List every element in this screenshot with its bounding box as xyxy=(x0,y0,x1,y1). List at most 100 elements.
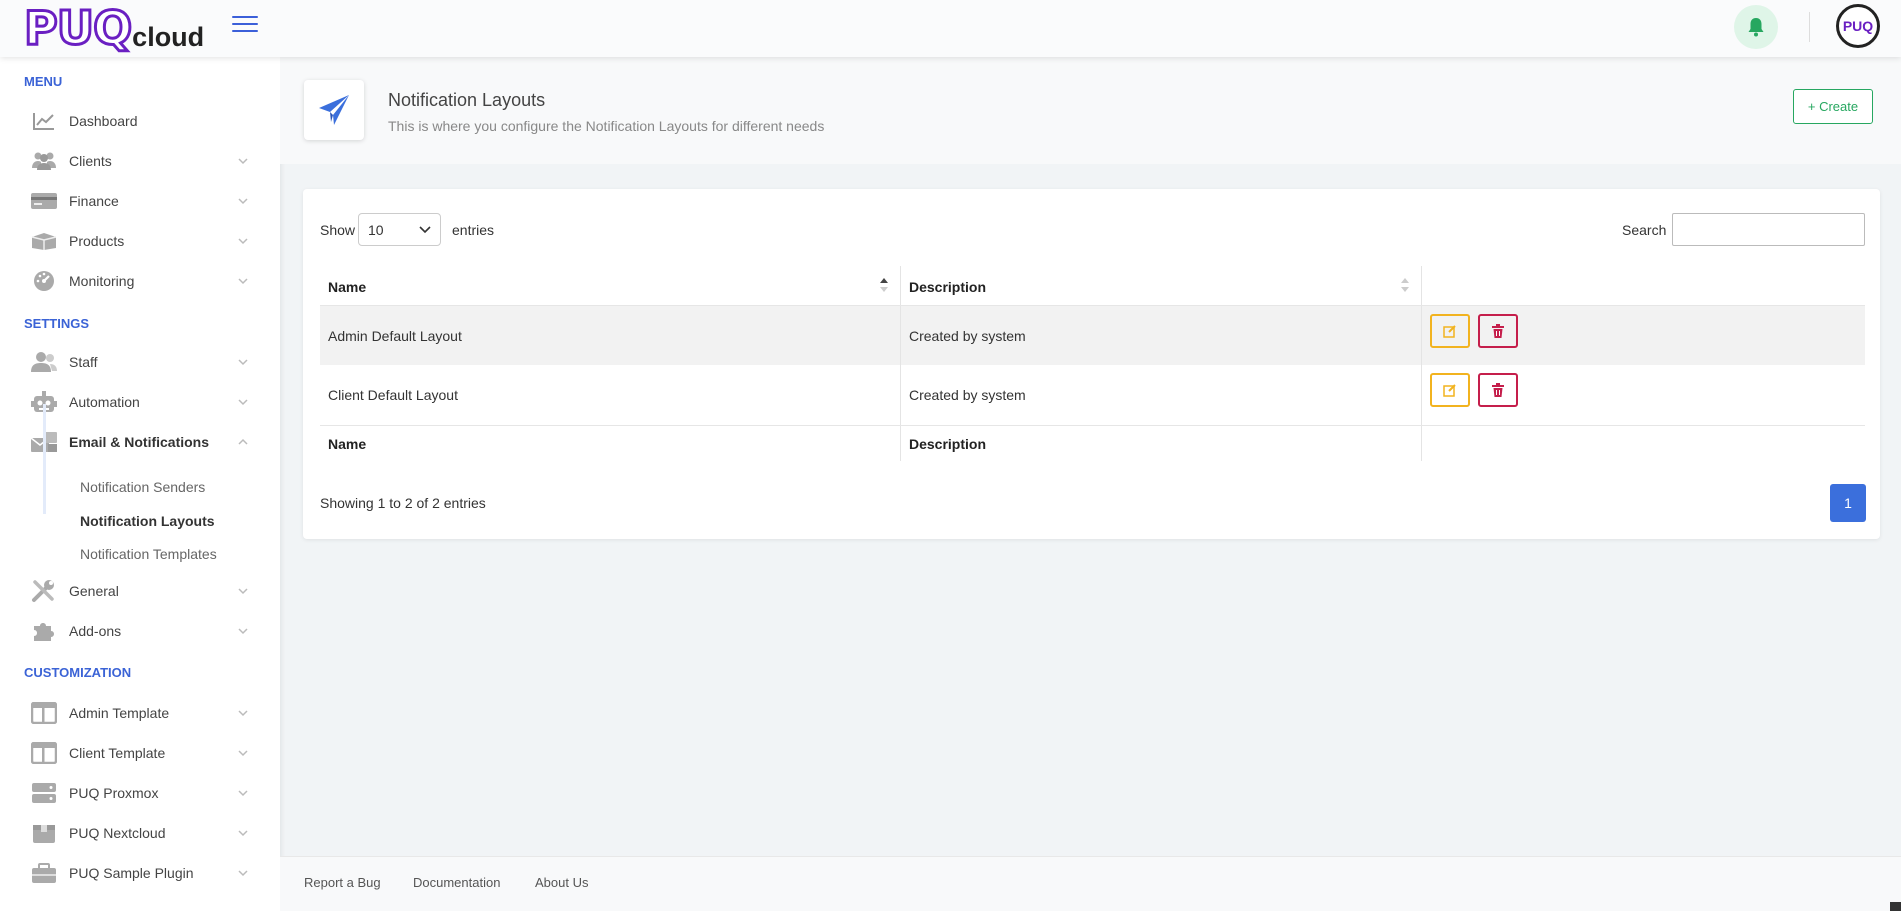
sidebar-item-label: PUQ Sample Plugin xyxy=(69,865,194,881)
sidebar-item-label: Client Template xyxy=(69,745,166,761)
sidebar-item-email-notifications[interactable]: Email & Notifications xyxy=(30,426,250,458)
table-row-highlight xyxy=(320,306,1865,365)
footer-divider-line xyxy=(320,425,1865,426)
sidebar-item-label: Admin Template xyxy=(69,705,170,721)
sidebar-subitem-notification-layouts[interactable]: Notification Layouts xyxy=(80,513,215,529)
notifications-bell-icon[interactable] xyxy=(1734,5,1778,49)
server-icon xyxy=(30,781,58,805)
chevron-down-icon xyxy=(238,870,248,877)
gauge-icon xyxy=(30,269,58,293)
column-separator xyxy=(1421,266,1422,461)
chevron-down-icon xyxy=(238,710,248,717)
entries-select-value: 10 xyxy=(368,221,384,238)
sidebar-item-label: Automation xyxy=(69,394,140,410)
chevron-up-icon xyxy=(238,438,248,445)
column-footer-description: Description xyxy=(909,436,987,452)
chevron-down-icon xyxy=(238,278,248,285)
chevron-down-icon xyxy=(238,790,248,797)
sidebar-item-monitoring[interactable]: Monitoring xyxy=(30,265,250,297)
users-icon xyxy=(30,149,58,173)
sidebar-item-puq-nextcloud[interactable]: PUQ Nextcloud xyxy=(30,817,250,849)
sidebar-subitem-notification-senders[interactable]: Notification Senders xyxy=(80,479,205,495)
sidebar-item-dashboard[interactable]: Dashboard xyxy=(30,105,250,137)
sidebar-item-label: PUQ Proxmox xyxy=(69,785,159,801)
column-separator xyxy=(900,266,901,461)
chevron-down-icon xyxy=(238,158,248,165)
sidebar-item-puq-sample-plugin[interactable]: PUQ Sample Plugin xyxy=(30,857,250,889)
sidebar-item-label: Dashboard xyxy=(69,113,138,129)
sidebar-item-clients[interactable]: Clients xyxy=(30,145,250,177)
hamburger-menu-icon[interactable] xyxy=(232,16,258,36)
briefcase-icon xyxy=(30,861,58,885)
sidebar-subitem-notification-templates[interactable]: Notification Templates xyxy=(80,546,217,562)
box-icon xyxy=(30,229,58,253)
section-title-customization: CUSTOMIZATION xyxy=(24,665,132,680)
delete-button[interactable] xyxy=(1478,314,1518,348)
table-cell-name: Admin Default Layout xyxy=(328,328,462,344)
edit-button[interactable] xyxy=(1430,373,1470,407)
chevron-down-icon xyxy=(238,198,248,205)
layout-icon xyxy=(30,741,58,765)
chevron-down-icon xyxy=(419,226,431,234)
avatar-text: PUQ xyxy=(1842,18,1874,34)
trash-icon xyxy=(1492,324,1504,338)
header-divider xyxy=(1809,12,1810,42)
staff-icon xyxy=(30,350,58,374)
entries-per-page-select[interactable]: 10 xyxy=(358,213,441,246)
documentation-link[interactable]: Documentation xyxy=(413,875,500,890)
chart-line-icon xyxy=(30,109,58,133)
table-cell-description: Created by system xyxy=(909,328,1026,344)
about-us-link[interactable]: About Us xyxy=(535,875,588,890)
sidebar-item-puq-proxmox[interactable]: PUQ Proxmox xyxy=(30,777,250,809)
trash-icon xyxy=(1492,383,1504,397)
sidebar-item-label: Add-ons xyxy=(69,623,122,639)
entries-label: entries xyxy=(452,222,495,238)
column-header-description[interactable]: Description xyxy=(909,279,986,295)
chevron-down-icon xyxy=(238,750,248,757)
sidebar-item-products[interactable]: Products xyxy=(30,225,250,257)
chevron-down-icon xyxy=(238,588,248,595)
sidebar-item-admin-template[interactable]: Admin Template xyxy=(30,697,250,729)
sidebar-item-general[interactable]: General xyxy=(30,575,250,607)
edit-icon xyxy=(1443,384,1456,397)
sidebar-item-staff[interactable]: Staff xyxy=(30,346,250,378)
table-cell-description: Created by system xyxy=(909,387,1026,403)
search-input[interactable] xyxy=(1672,213,1865,246)
sidebar-item-label: PUQ Nextcloud xyxy=(69,825,166,841)
chevron-down-icon xyxy=(238,830,248,837)
logo[interactable]: PUQ cloud xyxy=(22,1,205,55)
chevron-down-icon xyxy=(238,238,248,245)
sidebar-item-label: Email & Notifications xyxy=(69,434,210,450)
logo-sub-text: cloud xyxy=(132,22,205,52)
sidebar-item-client-template[interactable]: Client Template xyxy=(30,737,250,769)
sidebar-item-label: Staff xyxy=(69,354,98,370)
page-title: Notification Layouts xyxy=(388,90,546,110)
sidebar-item-addons[interactable]: Add-ons xyxy=(30,615,250,647)
page-subtitle: This is where you configure the Notifica… xyxy=(388,118,825,134)
resize-corner xyxy=(1890,902,1901,911)
report-bug-link[interactable]: Report a Bug xyxy=(304,875,381,890)
sidebar-item-label: Finance xyxy=(69,193,119,209)
column-footer-name: Name xyxy=(328,436,367,452)
delete-button[interactable] xyxy=(1478,373,1518,407)
show-label: Show xyxy=(320,222,356,238)
sidebar-item-label: General xyxy=(69,583,119,599)
sidebar-item-label: Clients xyxy=(69,153,112,169)
sidebar-item-label: Monitoring xyxy=(69,273,135,289)
chevron-down-icon xyxy=(238,359,248,366)
pagination-page-1[interactable]: 1 xyxy=(1830,484,1866,522)
sort-ascending-icon[interactable] xyxy=(879,277,889,293)
logo-main-text: PUQ xyxy=(22,1,133,55)
chevron-down-icon xyxy=(238,399,248,406)
sidebar-item-automation[interactable]: Automation xyxy=(30,386,250,418)
header-divider-line xyxy=(320,305,1865,306)
edit-button[interactable] xyxy=(1430,314,1470,348)
sidebar-item-finance[interactable]: Finance xyxy=(30,185,250,217)
create-button[interactable]: + Create xyxy=(1793,89,1873,124)
column-header-name[interactable]: Name xyxy=(328,279,366,295)
puzzle-icon xyxy=(30,619,58,643)
layout-icon xyxy=(30,701,58,725)
user-avatar[interactable]: PUQ xyxy=(1836,4,1880,48)
footer xyxy=(280,856,1901,911)
sort-icon[interactable] xyxy=(1400,277,1410,293)
